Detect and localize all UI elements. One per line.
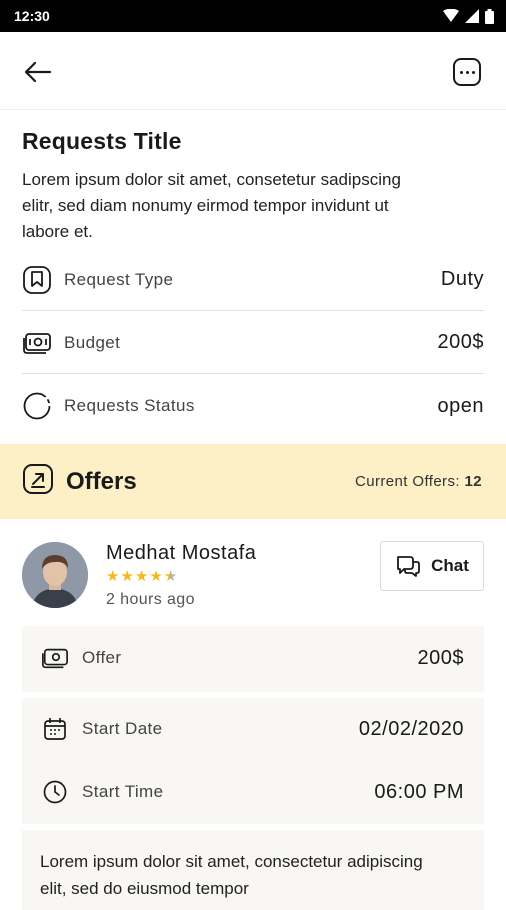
offer-schedule-card: Start Date 02/02/2020 Start Time 06:00 P… [22,698,484,824]
offers-count: Current Offers: 12 [355,473,482,490]
budget-label: Budget [64,332,121,352]
offers-header: Offers Current Offers: 12 [0,444,506,519]
start-time-row: Start Time 06:00 PM [40,772,464,812]
offers-count-label: Current Offers: [355,473,460,490]
bookmark-icon [22,265,52,295]
request-description: Lorem ipsum dolor sit amet, consetetur s… [22,170,401,241]
offer-note: Lorem ipsum dolor sit amet, consectetur … [40,852,423,898]
start-date-label: Start Date [82,719,163,738]
request-type-label: Request Type [64,269,174,289]
star-icon: ★ [106,568,120,585]
request-type-row: Request Type Duty [22,249,484,311]
money-icon [22,328,52,358]
offers-title: Offers [66,467,137,495]
user-name: Medhat Mostafa [106,542,257,564]
status-value: open [437,394,484,417]
clock-icon [40,777,70,807]
back-button[interactable] [22,56,54,88]
request-title: Requests Title [22,128,182,154]
calendar-icon [40,714,70,744]
half-star-icon: ★ [163,568,178,585]
status-time: 12:30 [14,8,50,24]
offer-amount-label: Offer [82,648,122,667]
offers-count-value: 12 [464,473,482,490]
start-time-value: 06:00 PM [374,780,464,803]
arrow-left-icon [24,61,52,83]
offer-amount-card: Offer 200$ [22,626,484,692]
budget-value: 200$ [437,331,484,353]
offer-note-card: Lorem ipsum dolor sit amet, consectetur … [22,830,484,910]
star-icon: ★ [149,568,163,585]
money-icon [40,643,70,673]
star-icon: ★ [134,568,149,585]
request-type-value: Duty [440,268,484,290]
start-time-label: Start Time [82,782,164,801]
chat-icon [397,556,421,577]
rating-stars: ★ ★ ★ ★ ★ [106,569,177,585]
star-icon: ★ [120,568,134,585]
app-bar [0,32,506,110]
avatar[interactable] [22,542,88,608]
status-circle-icon [22,391,52,421]
start-date-row: Start Date 02/02/2020 [40,709,464,749]
budget-row: Budget 200$ [22,312,484,374]
start-date-value: 02/02/2020 [358,717,464,740]
offer-time-ago: 2 hours ago [106,591,195,608]
status-icons [443,8,494,24]
offer-amount-value: 200$ [417,646,464,669]
more-options-button[interactable] [453,58,481,86]
chat-label: Chat [431,556,469,575]
more-dots-icon [459,70,463,74]
offer-arrow-icon [22,463,54,500]
signal-icon [465,9,479,23]
status-row: Requests Status open [22,375,484,437]
status-bar: 12:30 [0,0,506,32]
wifi-icon [443,9,459,22]
chat-button[interactable]: Chat [380,541,484,591]
status-label: Requests Status [64,396,195,415]
battery-icon [485,8,494,24]
